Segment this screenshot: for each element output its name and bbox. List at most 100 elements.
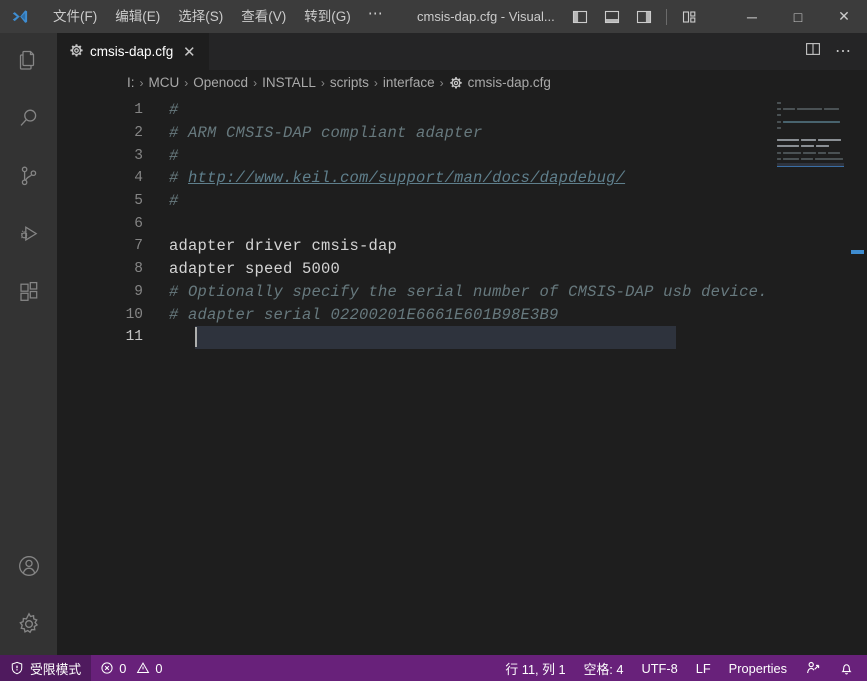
activity-search[interactable] <box>0 91 57 149</box>
editor-more-actions-button[interactable]: ⋯ <box>829 38 857 66</box>
split-editor-icon <box>805 41 821 62</box>
minimap-line <box>777 157 844 161</box>
activity-scm[interactable] <box>0 149 57 207</box>
breadcrumb-separator: › <box>139 75 144 90</box>
status-eol[interactable]: LF <box>687 655 720 681</box>
config-gear-file-icon <box>449 76 463 90</box>
minimap-line <box>777 151 844 155</box>
tab-close-icon[interactable]: ✕ <box>179 42 199 62</box>
code-line: 5 # <box>57 190 771 213</box>
menu-file[interactable]: 文件(F) <box>44 4 106 29</box>
account-icon <box>16 553 42 584</box>
split-editor-right-button[interactable] <box>799 38 827 66</box>
code-area[interactable]: 1 # 2 # ARM CMSIS-DAP compliant adapter … <box>57 95 771 655</box>
menu-bar: 文件(F) 编辑(E) 选择(S) 查看(V) 转到(G) ⋯ <box>38 0 392 33</box>
status-error-count: 0 <box>119 660 127 676</box>
line-number: 7 <box>134 238 143 255</box>
line-number: 2 <box>134 125 143 142</box>
toggle-primary-sidebar-icon[interactable] <box>565 4 595 30</box>
activity-accounts[interactable] <box>0 539 57 597</box>
window-title: cmsis-dap.cfg - Visual... <box>416 9 555 24</box>
code-line: 1 # <box>57 99 771 122</box>
breadcrumb-item-interface[interactable]: interface <box>383 75 435 90</box>
minimap-line <box>777 107 844 111</box>
status-problems[interactable]: 0 0 <box>91 655 171 681</box>
toggle-panel-icon[interactable] <box>597 4 627 30</box>
status-cursor-position[interactable]: 行 11, 列 1 <box>496 655 574 681</box>
minimap[interactable] <box>771 95 848 655</box>
breadcrumb-separator: › <box>253 75 258 90</box>
minimap-line <box>777 120 844 124</box>
window-title-area: cmsis-dap.cfg - Visual... <box>392 4 729 30</box>
tab-cmsis-dap-cfg[interactable]: cmsis-dap.cfg ✕ <box>57 33 211 70</box>
current-line-highlight <box>195 325 676 349</box>
tab-label: cmsis-dap.cfg <box>90 44 174 59</box>
line-text: adapter driver cmsis-dap <box>169 237 398 256</box>
breadcrumb-item-scripts[interactable]: scripts <box>330 75 369 90</box>
line-text: # <box>169 146 179 165</box>
maximize-button[interactable]: □ <box>775 0 821 33</box>
line-number: 8 <box>134 261 143 278</box>
breadcrumb-item-drive[interactable]: I: <box>127 75 135 90</box>
minimap-line <box>777 126 844 130</box>
toggle-secondary-sidebar-icon[interactable] <box>629 4 659 30</box>
breadcrumb-item-openocd[interactable]: Openocd <box>193 75 248 90</box>
code-lines: 1 # 2 # ARM CMSIS-DAP compliant adapter … <box>57 99 771 349</box>
status-language-mode[interactable]: Properties <box>720 655 796 681</box>
editor-vertical-scrollbar[interactable] <box>848 95 867 655</box>
status-encoding[interactable]: UTF-8 <box>632 655 686 681</box>
breadcrumb-item-file[interactable]: cmsis-dap.cfg <box>468 75 551 90</box>
customize-layout-icon[interactable] <box>674 4 704 30</box>
minimap-line <box>777 138 844 142</box>
minimap-line <box>777 144 844 148</box>
status-restricted-mode[interactable]: 受限模式 <box>0 655 92 681</box>
editor-content[interactable]: 1 # 2 # ARM CMSIS-DAP compliant adapter … <box>57 95 867 655</box>
extensions-icon <box>17 280 41 309</box>
code-line: 3 # <box>57 144 771 167</box>
minimize-button[interactable]: ─ <box>729 0 775 33</box>
tab-list: cmsis-dap.cfg ✕ <box>57 33 211 70</box>
status-notifications[interactable] <box>830 655 863 681</box>
minimap-lines <box>777 101 844 169</box>
activity-run-debug[interactable] <box>0 207 57 265</box>
breadcrumb-item-install[interactable]: INSTALL <box>262 75 316 90</box>
editor-toolbar: ⋯ <box>799 33 867 70</box>
activity-settings[interactable] <box>0 597 57 655</box>
feedback-person-icon <box>805 660 821 676</box>
code-line: 2 # ARM CMSIS-DAP compliant adapter <box>57 122 771 145</box>
menu-more-button[interactable]: ⋯ <box>360 4 392 29</box>
minimap-line <box>777 132 844 136</box>
line-text: # ARM CMSIS-DAP compliant adapter <box>169 124 483 143</box>
line-link[interactable]: http://www.keil.com/support/man/docs/dap… <box>188 169 625 187</box>
gear-icon <box>16 611 42 642</box>
minimap-line <box>777 101 844 105</box>
status-bar-right: 行 11, 列 1 空格: 4 UTF-8 LF Properties <box>496 655 867 681</box>
config-gear-file-icon <box>69 43 84 61</box>
workbench-body: cmsis-dap.cfg ✕ ⋯ I: › MCU › Openocd › I… <box>0 33 867 655</box>
editor-group: cmsis-dap.cfg ✕ ⋯ I: › MCU › Openocd › I… <box>57 33 867 655</box>
line-text: adapter speed 5000 <box>169 260 341 279</box>
line-number: 10 <box>125 306 143 323</box>
code-line: 10 # adapter serial 02200201E6661E601B98… <box>57 303 771 326</box>
line-text: # adapter serial 02200201E6661E601B98E3B… <box>169 305 559 324</box>
activity-extensions[interactable] <box>0 265 57 323</box>
status-feedback[interactable] <box>796 655 830 681</box>
menu-edit[interactable]: 编辑(E) <box>106 4 169 29</box>
menu-view[interactable]: 查看(V) <box>232 4 295 29</box>
vscode-window: 文件(F) 编辑(E) 选择(S) 查看(V) 转到(G) ⋯ cmsis-da… <box>0 0 867 681</box>
breadcrumb-item-mcu[interactable]: MCU <box>149 75 180 90</box>
close-window-button[interactable]: ✕ <box>821 0 867 33</box>
status-bar-left: 受限模式 0 0 <box>0 655 171 681</box>
menu-selection[interactable]: 选择(S) <box>169 4 232 29</box>
vscode-logo-icon <box>0 0 38 33</box>
title-bar: 文件(F) 编辑(E) 选择(S) 查看(V) 转到(G) ⋯ cmsis-da… <box>0 0 867 33</box>
line-text: # <box>169 101 179 120</box>
menu-go[interactable]: 转到(G) <box>295 4 360 29</box>
line-number: 9 <box>134 283 143 300</box>
status-indentation[interactable]: 空格: 4 <box>575 655 633 681</box>
activity-bar <box>0 33 57 655</box>
breadcrumb-separator: › <box>439 75 444 90</box>
breadcrumb-separator: › <box>184 75 189 90</box>
activity-explorer[interactable] <box>0 33 57 91</box>
text-cursor <box>195 326 197 347</box>
